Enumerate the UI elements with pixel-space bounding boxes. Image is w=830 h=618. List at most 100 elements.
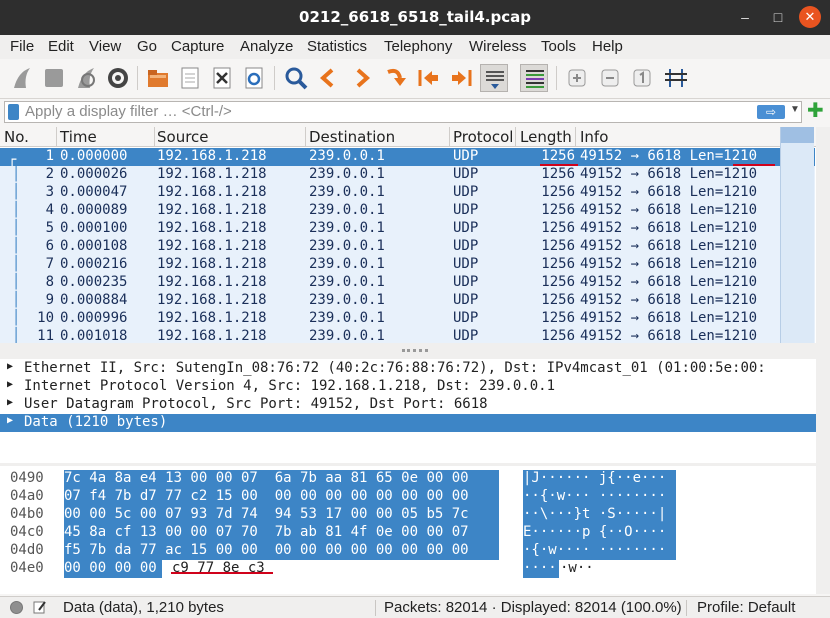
packet-row[interactable]: │ 9 0.000884 192.168.1.218 239.0.0.1 UDP 1256 4… bbox=[0, 292, 815, 310]
maximize-icon[interactable]: □ bbox=[767, 6, 789, 28]
reload-file-icon[interactable] bbox=[240, 64, 268, 92]
resize-columns-icon[interactable] bbox=[662, 64, 690, 92]
hex-bytes[interactable]: 07 f4 7b d7 77 c2 15 00 00 00 00 00 00 0… bbox=[64, 488, 499, 506]
packet-row[interactable]: │ 7 0.000216 192.168.1.218 239.0.0.1 UDP 1256 4… bbox=[0, 256, 815, 274]
minimize-icon[interactable]: – bbox=[734, 6, 756, 28]
expert-info-icon[interactable] bbox=[10, 601, 23, 614]
cell-no: 8 bbox=[45, 274, 54, 290]
packet-row[interactable]: │ 8 0.000235 192.168.1.218 239.0.0.1 UDP 1256 4… bbox=[0, 274, 815, 292]
ascii-bytes[interactable]: ··\···}t ·S·····| bbox=[523, 506, 676, 524]
cell-len: 1256 bbox=[541, 202, 575, 218]
packet-row[interactable]: ┌ 1 0.000000 192.168.1.218 239.0.0.1 UDP 1256 4… bbox=[0, 148, 815, 168]
ascii-bytes[interactable]: |J······ j{··e··· bbox=[523, 470, 676, 488]
add-filter-button-icon[interactable]: ✚ bbox=[807, 101, 824, 121]
ascii-bytes[interactable]: E······p {··O···· bbox=[523, 524, 676, 542]
cell-time: 0.000108 bbox=[60, 238, 128, 254]
display-filter-input[interactable]: Apply a display filter … <Ctrl-/> ⇨ ▼ bbox=[4, 101, 802, 123]
save-file-icon[interactable] bbox=[176, 64, 204, 92]
detail-ipv4[interactable]: ▶ Internet Protocol Version 4, Src: 192.1… bbox=[0, 378, 816, 396]
cell-src: 192.168.1.218 bbox=[157, 328, 267, 343]
go-last-icon[interactable] bbox=[448, 64, 476, 92]
menu-view[interactable]: View bbox=[89, 38, 121, 55]
edit-comment-icon[interactable] bbox=[33, 600, 47, 614]
capture-options-icon[interactable] bbox=[104, 64, 132, 92]
packet-list-scrollbar[interactable] bbox=[816, 127, 830, 343]
conversation-line-icon: │ bbox=[12, 202, 21, 218]
conversation-line-icon: │ bbox=[12, 328, 21, 343]
col-length[interactable]: Length bbox=[520, 128, 572, 146]
filter-dropdown-icon[interactable]: ▼ bbox=[790, 104, 800, 115]
stop-capture-icon[interactable] bbox=[40, 64, 68, 92]
cell-time: 0.000235 bbox=[60, 274, 128, 290]
bookmark-icon[interactable] bbox=[8, 104, 19, 120]
detail-udp[interactable]: ▶ User Datagram Protocol, Src Port: 49152… bbox=[0, 396, 816, 414]
hex-bytes[interactable]: 00 00 5c 00 07 93 7d 74 94 53 17 00 00 0… bbox=[64, 506, 499, 524]
menu-wireless[interactable]: Wireless bbox=[469, 38, 527, 55]
hex-bytes[interactable]: 7c 4a 8a e4 13 00 00 07 6a 7b aa 81 65 0… bbox=[64, 470, 499, 488]
menu-statistics[interactable]: Statistics bbox=[307, 38, 367, 55]
pane-splitter[interactable] bbox=[0, 343, 830, 359]
normal-size-icon[interactable] bbox=[628, 64, 656, 92]
col-source[interactable]: Source bbox=[157, 128, 209, 146]
col-protocol[interactable]: Protocol bbox=[453, 128, 513, 146]
close-file-icon[interactable] bbox=[208, 64, 236, 92]
col-info[interactable]: Info bbox=[580, 128, 608, 146]
cell-dst: 239.0.0.1 bbox=[309, 292, 385, 308]
length-annotation-underline bbox=[540, 164, 578, 166]
find-packet-icon[interactable] bbox=[282, 64, 310, 92]
ascii-bytes[interactable]: ··{·w··· ········ bbox=[523, 488, 676, 506]
menu-telephony[interactable]: Telephony bbox=[384, 38, 452, 55]
zoom-out-icon[interactable] bbox=[596, 64, 624, 92]
menu-help[interactable]: Help bbox=[592, 38, 623, 55]
menu-file[interactable]: File bbox=[10, 38, 34, 55]
shark-fin-start-icon[interactable] bbox=[8, 64, 36, 92]
cell-no: 6 bbox=[45, 238, 54, 254]
cell-no: 3 bbox=[45, 184, 54, 200]
menu-analyze[interactable]: Analyze bbox=[240, 38, 293, 55]
hex-group-1: 07 f4 7b d7 77 c2 15 00 bbox=[64, 488, 258, 504]
packet-row[interactable]: │ 4 0.000089 192.168.1.218 239.0.0.1 UDP 1256 4… bbox=[0, 202, 815, 220]
open-file-icon[interactable] bbox=[144, 64, 172, 92]
packet-row[interactable]: │ 3 0.000047 192.168.1.218 239.0.0.1 UDP 1256 4… bbox=[0, 184, 815, 202]
go-first-icon[interactable] bbox=[414, 64, 442, 92]
status-profile[interactable]: Profile: Default bbox=[697, 599, 795, 616]
window-title: 0212_6618_6518_tail4.pcap bbox=[299, 8, 531, 26]
menu-tools[interactable]: Tools bbox=[541, 38, 576, 55]
col-no[interactable]: No. bbox=[4, 128, 29, 146]
go-back-icon[interactable] bbox=[314, 64, 342, 92]
detail-ethernet[interactable]: ▶ Ethernet II, Src: SutengIn_08:76:72 (40… bbox=[0, 360, 816, 378]
apply-filter-arrow-icon[interactable]: ⇨ bbox=[757, 105, 785, 119]
packet-row[interactable]: │ 6 0.000108 192.168.1.218 239.0.0.1 UDP 1256 4… bbox=[0, 238, 815, 256]
packet-row[interactable]: │ 5 0.000100 192.168.1.218 239.0.0.1 UDP 1256 4… bbox=[0, 220, 815, 238]
autoscroll-icon[interactable] bbox=[480, 64, 508, 92]
menu-edit[interactable]: Edit bbox=[48, 38, 74, 55]
col-destination[interactable]: Destination bbox=[309, 128, 395, 146]
hex-bytes-selected[interactable]: 00 00 00 00 bbox=[64, 560, 162, 578]
zoom-in-icon[interactable] bbox=[563, 64, 591, 92]
cell-src: 192.168.1.218 bbox=[157, 148, 267, 164]
packet-row[interactable]: │ 10 0.000996 192.168.1.218 239.0.0.1 UDP 1256… bbox=[0, 310, 815, 328]
packet-minimap[interactable] bbox=[780, 127, 814, 343]
go-forward-icon[interactable] bbox=[348, 64, 376, 92]
col-time[interactable]: Time bbox=[60, 128, 97, 146]
ascii-bytes-trailer[interactable]: ·w·· bbox=[560, 560, 594, 576]
details-scrollbar[interactable] bbox=[816, 359, 830, 463]
detail-data[interactable]: ▶ Data (1210 bytes) bbox=[0, 414, 816, 432]
hex-bytes[interactable]: f5 7b da 77 ac 15 00 00 00 00 00 00 00 0… bbox=[64, 542, 499, 560]
packet-row[interactable]: │ 11 0.001018 192.168.1.218 239.0.0.1 UDP 1256… bbox=[0, 328, 815, 343]
menu-capture[interactable]: Capture bbox=[171, 38, 224, 55]
ascii-bytes-selected[interactable]: ···· bbox=[523, 560, 559, 578]
cell-dst: 239.0.0.1 bbox=[309, 202, 385, 218]
packet-row[interactable]: │ 2 0.000026 192.168.1.218 239.0.0.1 UDP 1256 4… bbox=[0, 166, 815, 184]
bytes-scrollbar[interactable] bbox=[816, 466, 830, 594]
close-icon[interactable]: ✕ bbox=[799, 6, 821, 28]
menu-bar: File Edit View Go Capture Analyze Statis… bbox=[0, 35, 830, 59]
colorize-icon[interactable] bbox=[520, 64, 548, 92]
ascii-bytes[interactable]: ·{·w···· ········ bbox=[523, 542, 676, 560]
menu-go[interactable]: Go bbox=[137, 38, 157, 55]
cell-time: 0.000884 bbox=[60, 292, 128, 308]
restart-capture-icon[interactable] bbox=[72, 64, 100, 92]
cell-info: 49152 → 6618 Len=1210 bbox=[580, 202, 758, 218]
hex-bytes[interactable]: 45 8a cf 13 00 00 07 70 7b ab 81 4f 0e 0… bbox=[64, 524, 499, 542]
go-to-packet-icon[interactable] bbox=[382, 64, 410, 92]
